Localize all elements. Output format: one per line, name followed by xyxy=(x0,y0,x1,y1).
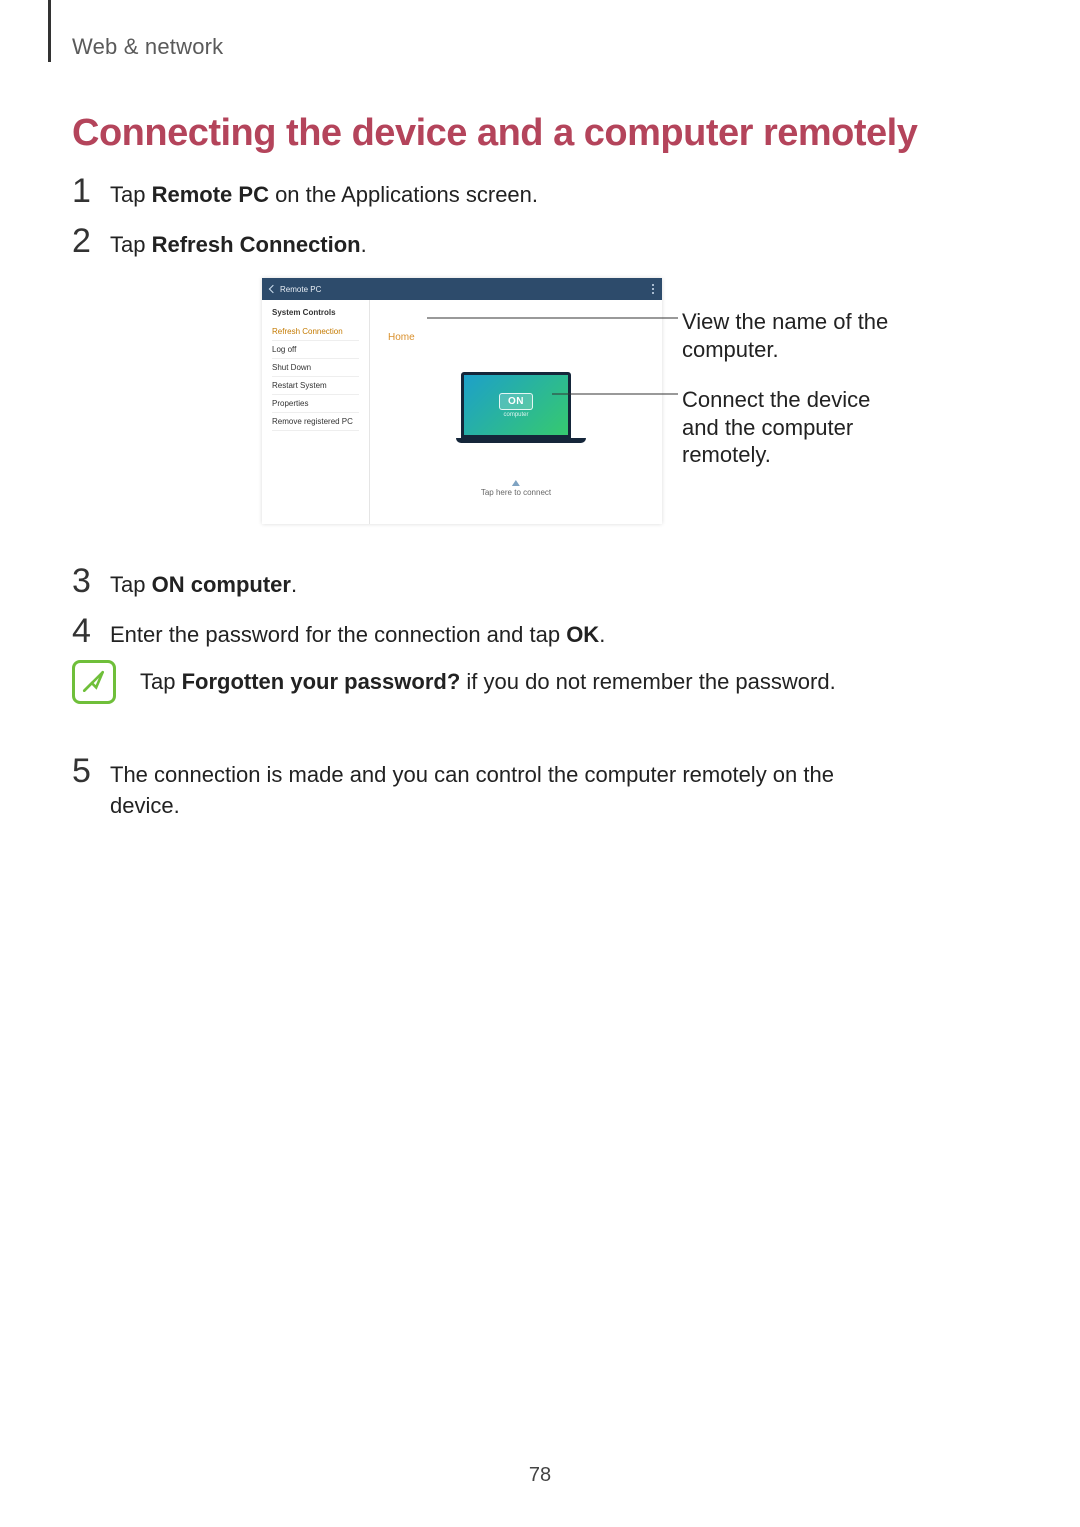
step-text: Tap ON computer. xyxy=(110,570,297,601)
sidebar-item-shut-down[interactable]: Shut Down xyxy=(272,359,359,377)
note-block: Tap Forgotten your password? if you do n… xyxy=(72,660,836,704)
step-5: 5 The connection is made and you can con… xyxy=(72,752,892,822)
app-title: Remote PC xyxy=(280,285,321,294)
section-heading: Connecting the device and a computer rem… xyxy=(72,112,917,155)
system-controls-sidebar: System Controls Refresh Connection Log o… xyxy=(262,300,370,524)
laptop-graphic: ON computer xyxy=(456,372,576,443)
sidebar-item-log-off[interactable]: Log off xyxy=(272,341,359,359)
main-panel: Home ON computer Tap here to connect xyxy=(370,300,662,524)
callout-connect-device: Connect the device and the computer remo… xyxy=(682,386,912,469)
sidebar-item-refresh-connection[interactable]: Refresh Connection xyxy=(272,323,359,341)
step-text: Tap Refresh Connection. xyxy=(110,230,367,261)
note-icon xyxy=(72,660,116,704)
up-arrow-icon xyxy=(512,480,520,486)
step-number: 4 xyxy=(72,612,92,651)
running-header: Web & network xyxy=(72,34,223,60)
app-header: Remote PC xyxy=(262,278,662,300)
sidebar-item-restart-system[interactable]: Restart System xyxy=(272,377,359,395)
sidebar-item-properties[interactable]: Properties xyxy=(272,395,359,413)
step-number: 5 xyxy=(72,752,92,791)
step-number: 1 xyxy=(72,172,92,211)
remote-pc-screenshot: Remote PC System Controls Refresh Connec… xyxy=(262,278,662,524)
term-ok: OK xyxy=(566,622,599,647)
step-text: The connection is made and you can contr… xyxy=(110,760,892,822)
step-text: Tap Remote PC on the Applications screen… xyxy=(110,180,538,211)
step-4: 4 Enter the password for the connection … xyxy=(72,612,892,651)
term-refresh-connection: Refresh Connection xyxy=(152,232,361,257)
step-text: Enter the password for the connection an… xyxy=(110,620,605,651)
on-computer-sublabel: computer xyxy=(503,412,528,418)
term-on-computer: ON computer xyxy=(152,572,291,597)
on-computer-button[interactable]: ON xyxy=(499,393,533,410)
note-text: Tap Forgotten your password? if you do n… xyxy=(140,669,836,695)
page-tab-mark xyxy=(48,0,51,62)
page-number: 78 xyxy=(529,1464,551,1487)
sidebar-section-label: System Controls xyxy=(272,308,359,317)
term-remote-pc: Remote PC xyxy=(152,182,269,207)
step-1: 1 Tap Remote PC on the Applications scre… xyxy=(72,172,892,211)
laptop-base xyxy=(456,438,586,443)
callout-computer-name: View the name of the computer. xyxy=(682,308,912,363)
back-icon[interactable] xyxy=(269,285,277,293)
app-body: System Controls Refresh Connection Log o… xyxy=(262,300,662,524)
step-2: 2 Tap Refresh Connection. xyxy=(72,222,892,261)
overflow-menu-icon[interactable] xyxy=(652,284,654,294)
step-number: 3 xyxy=(72,562,92,601)
laptop-screen: ON computer xyxy=(461,372,571,438)
computer-name-label: Home xyxy=(388,332,415,343)
term-forgotten-password: Forgotten your password? xyxy=(182,669,461,694)
step-3: 3 Tap ON computer. xyxy=(72,562,892,601)
step-number: 2 xyxy=(72,222,92,261)
tap-here-hint[interactable]: Tap here to connect xyxy=(481,480,551,497)
sidebar-item-remove-registered-pc[interactable]: Remove registered PC xyxy=(272,413,359,431)
